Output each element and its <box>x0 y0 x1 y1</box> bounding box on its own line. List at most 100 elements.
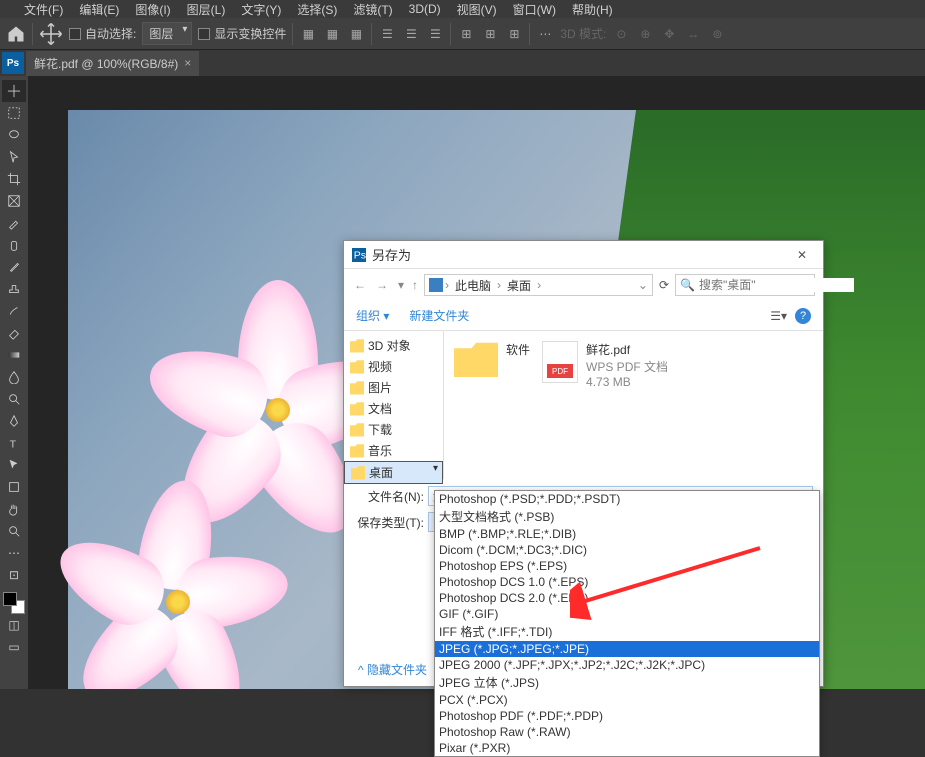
menu-edit[interactable]: 编辑(E) <box>75 0 123 19</box>
lasso-tool[interactable] <box>2 124 26 146</box>
search-box[interactable]: 🔍 <box>675 274 815 296</box>
crumb-desktop[interactable]: 桌面 <box>503 277 535 294</box>
organize-menu[interactable]: 组织 ▾ <box>356 307 389 324</box>
view-mode-icon[interactable]: ☰▾ <box>770 309 787 323</box>
align-bottom-icon[interactable]: ☰ <box>426 25 444 43</box>
format-option[interactable]: GIF (*.GIF) <box>435 606 819 622</box>
nav-back-icon[interactable]: ← <box>352 276 368 294</box>
distribute-space-icon[interactable]: ⊞ <box>505 25 523 43</box>
menu-view[interactable]: 视图(V) <box>453 0 501 19</box>
crop-tool[interactable] <box>2 168 26 190</box>
format-option[interactable]: Photoshop DCS 1.0 (*.EPS) <box>435 574 819 590</box>
align-left-icon[interactable]: ▦ <box>299 25 317 43</box>
tree-videos[interactable]: 视频 <box>344 356 443 377</box>
type-tool[interactable]: T <box>2 432 26 454</box>
tree-3d-objects[interactable]: 3D 对象 <box>344 335 443 356</box>
tree-pictures[interactable]: 图片 <box>344 377 443 398</box>
crumb-this-pc[interactable]: 此电脑 <box>451 277 495 294</box>
more-icon[interactable]: ⋯ <box>536 25 554 43</box>
frame-tool[interactable] <box>2 190 26 212</box>
auto-select-checkbox[interactable]: 自动选择: <box>69 25 136 42</box>
distribute-v-icon[interactable]: ⊞ <box>481 25 499 43</box>
format-option[interactable]: Photoshop DCS 2.0 (*.EPS) <box>435 590 819 606</box>
move-tool[interactable] <box>2 80 26 102</box>
nav-up-icon[interactable]: ↑ <box>412 278 418 292</box>
refresh-icon[interactable]: ⟳ <box>659 278 669 292</box>
dialog-titlebar[interactable]: Ps 另存为 ✕ <box>344 241 823 269</box>
more-tools-icon[interactable]: ⋯ <box>2 542 26 564</box>
format-option[interactable]: Photoshop (*.PSD;*.PDD;*.PSDT) <box>435 491 819 507</box>
menu-type[interactable]: 文字(Y) <box>237 0 285 19</box>
distribute-h-icon[interactable]: ⊞ <box>457 25 475 43</box>
history-dropdown-icon[interactable]: ▾ <box>396 276 406 294</box>
format-option[interactable]: Pixar (*.PXR) <box>435 740 819 756</box>
eyedropper-tool[interactable] <box>2 212 26 234</box>
format-option[interactable]: 大型文档格式 (*.PSB) <box>435 507 819 526</box>
dodge-tool[interactable] <box>2 388 26 410</box>
edit-toolbar-icon[interactable]: ⊡ <box>2 564 26 586</box>
menu-help[interactable]: 帮助(H) <box>568 0 617 19</box>
path-select-tool[interactable] <box>2 454 26 476</box>
menu-filter[interactable]: 滤镜(T) <box>349 0 396 19</box>
document-tab[interactable]: 鲜花.pdf @ 100%(RGB/8#) × <box>26 51 199 76</box>
menu-select[interactable]: 选择(S) <box>293 0 341 19</box>
tree-music[interactable]: 音乐 <box>344 440 443 461</box>
format-option[interactable]: JPEG 2000 (*.JPF;*.JPX;*.JP2;*.J2C;*.J2K… <box>435 657 819 673</box>
marquee-tool[interactable] <box>2 102 26 124</box>
menu-file[interactable]: 文件(F) <box>20 0 67 19</box>
close-dialog-button[interactable]: ✕ <box>789 246 815 264</box>
format-option[interactable]: Photoshop EPS (*.EPS) <box>435 558 819 574</box>
history-brush-tool[interactable] <box>2 300 26 322</box>
hand-tool[interactable] <box>2 498 26 520</box>
tree-documents[interactable]: 文档 <box>344 398 443 419</box>
brush-tool[interactable] <box>2 256 26 278</box>
move-tool-icon[interactable] <box>39 22 63 46</box>
screen-mode-icon[interactable]: ▭ <box>2 636 26 658</box>
stamp-tool[interactable] <box>2 278 26 300</box>
search-input[interactable] <box>699 278 854 292</box>
new-folder-button[interactable]: 新建文件夹 <box>409 307 469 324</box>
format-option[interactable]: Photoshop PDF (*.PDF;*.PDP) <box>435 708 819 724</box>
align-top-icon[interactable]: ☰ <box>378 25 396 43</box>
nav-forward-icon[interactable]: → <box>374 276 390 294</box>
zoom-tool[interactable] <box>2 520 26 542</box>
help-icon[interactable]: ? <box>795 308 811 324</box>
align-middle-icon[interactable]: ☰ <box>402 25 420 43</box>
quick-select-tool[interactable] <box>2 146 26 168</box>
menu-3d[interactable]: 3D(D) <box>405 1 445 17</box>
format-option[interactable]: Dicom (*.DCM;*.DC3;*.DIC) <box>435 542 819 558</box>
menu-window[interactable]: 窗口(W) <box>509 0 560 19</box>
format-option[interactable]: PCX (*.PCX) <box>435 692 819 708</box>
tree-downloads[interactable]: 下载 <box>344 419 443 440</box>
color-swatch[interactable] <box>3 592 25 614</box>
format-option[interactable]: JPEG 立体 (*.JPS) <box>435 673 819 692</box>
format-option[interactable]: IFF 格式 (*.IFF;*.TDI) <box>435 622 819 641</box>
auto-select-label: 自动选择: <box>85 25 136 42</box>
dialog-title: 另存为 <box>372 245 789 264</box>
breadcrumb-dropdown-icon[interactable]: ⌄ <box>638 278 648 292</box>
auto-select-target[interactable]: 图层 <box>142 22 192 45</box>
blur-tool[interactable] <box>2 366 26 388</box>
heal-tool[interactable] <box>2 234 26 256</box>
list-item[interactable]: 软件 <box>454 341 530 469</box>
shape-tool[interactable] <box>2 476 26 498</box>
align-right-icon[interactable]: ▦ <box>347 25 365 43</box>
align-center-icon[interactable]: ▦ <box>323 25 341 43</box>
format-option-jpeg[interactable]: JPEG (*.JPG;*.JPEG;*.JPE) <box>435 641 819 657</box>
gradient-tool[interactable] <box>2 344 26 366</box>
divider <box>529 23 530 45</box>
format-option[interactable]: BMP (*.BMP;*.RLE;*.DIB) <box>435 526 819 542</box>
eraser-tool[interactable] <box>2 322 26 344</box>
menu-image[interactable]: 图像(I) <box>131 0 174 19</box>
format-option[interactable]: Photoshop Raw (*.RAW) <box>435 724 819 740</box>
pen-tool[interactable] <box>2 410 26 432</box>
quick-mask-icon[interactable]: ◫ <box>2 614 26 636</box>
file-list[interactable]: 软件 PDF 鲜花.pdf WPS PDF 文档 4.73 MB <box>444 331 823 479</box>
tree-desktop[interactable]: 桌面 <box>344 461 443 484</box>
menu-layer[interactable]: 图层(L) <box>183 0 230 19</box>
list-item[interactable]: PDF 鲜花.pdf WPS PDF 文档 4.73 MB <box>542 341 668 469</box>
show-transform-checkbox[interactable]: 显示变换控件 <box>198 25 286 42</box>
home-icon[interactable] <box>6 24 26 44</box>
breadcrumb[interactable]: › 此电脑 › 桌面 › ⌄ <box>424 274 653 296</box>
close-tab-icon[interactable]: × <box>184 56 191 70</box>
